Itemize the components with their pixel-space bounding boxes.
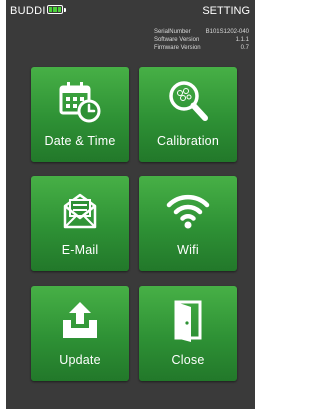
- app-name: BUDDI: [10, 5, 46, 17]
- email-button[interactable]: E-Mail: [31, 176, 129, 271]
- date-time-button[interactable]: Date & Time: [31, 67, 129, 162]
- serial-number-value: B101S1202-040: [205, 29, 249, 35]
- close-label: Close: [171, 353, 205, 367]
- calibration-label: Calibration: [157, 134, 219, 148]
- page-title: SETTING: [202, 5, 250, 17]
- wifi-button[interactable]: Wifi: [139, 176, 237, 271]
- device-info: SerialNumber B101S1202-040 Software Vers…: [154, 28, 249, 52]
- wifi-icon: [139, 188, 237, 234]
- update-label: Update: [59, 353, 101, 367]
- settings-screen: BUDDI SETTING SerialNumber B101S1202-040…: [6, 0, 255, 409]
- battery-full-icon: [47, 5, 66, 14]
- envelope-icon: [31, 188, 129, 234]
- calendar-clock-icon: [31, 79, 129, 125]
- date-time-label: Date & Time: [44, 134, 116, 148]
- close-button[interactable]: Close: [139, 286, 237, 381]
- serial-number-label: SerialNumber: [153, 29, 191, 35]
- door-icon: [139, 298, 237, 344]
- software-version-label: Software Version: [153, 37, 200, 43]
- wifi-label: Wifi: [177, 243, 199, 257]
- software-version-value: 1.1.1: [235, 37, 249, 43]
- firmware-version-value: 0.7: [240, 45, 249, 51]
- top-bar: BUDDI SETTING: [6, 0, 255, 22]
- update-button[interactable]: Update: [31, 286, 129, 381]
- firmware-version-label: Firmware Version: [153, 45, 201, 51]
- calibration-button[interactable]: Calibration: [139, 67, 237, 162]
- email-label: E-Mail: [61, 243, 99, 257]
- upload-icon: [31, 298, 129, 344]
- magnifier-icon: [139, 79, 237, 125]
